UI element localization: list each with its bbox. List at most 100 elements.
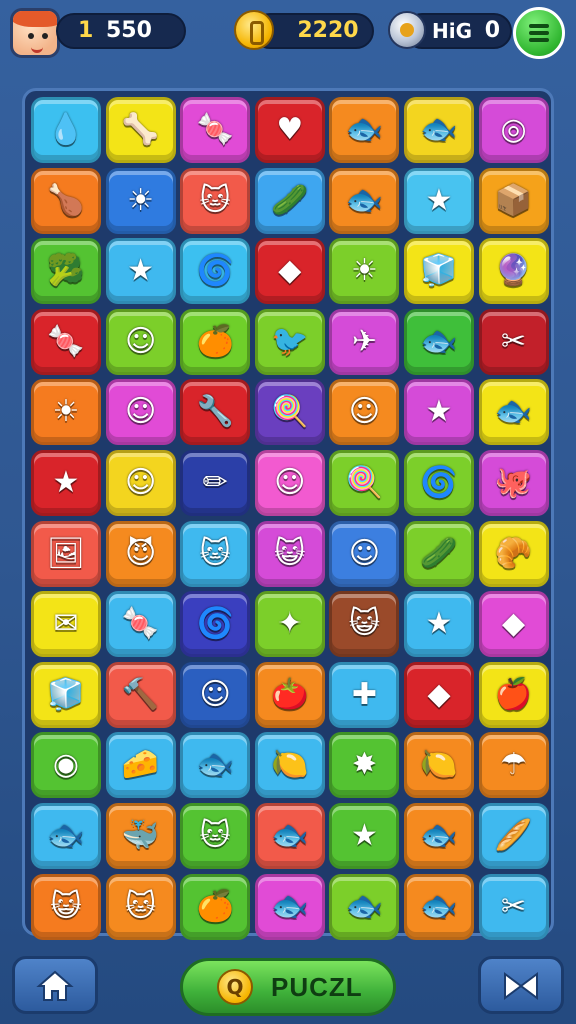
tile-broccoli[interactable]: 🥦 [31, 238, 101, 305]
green-face-icon: ☺ [348, 394, 381, 430]
tile-sun-face[interactable]: ☀ [105, 167, 176, 234]
tile-cat[interactable]: 🐱 [180, 167, 251, 234]
tile-candy[interactable]: 🍬 [31, 308, 101, 375]
tile-starfish[interactable]: ★ [31, 450, 101, 516]
swap-button[interactable] [478, 956, 564, 1014]
star4-icon: ✦ [277, 606, 303, 642]
tile-croissant[interactable]: 🥐 [478, 520, 549, 587]
tile-bone[interactable]: 🦴 [105, 97, 176, 163]
tile-devil[interactable]: 😈 [105, 520, 176, 587]
tile-fish[interactable]: 🐟 [31, 803, 101, 869]
game-board: 💧 🦴 🍬 ♥ 🐟 🐟 ◎ 🍗 ☀ 🐱 🥒 🐟 ★ 📦 🥦 ★ 🌀 ◆ ☀ 🧊 🔮 🍬 ☺ 🍊 🐦 ✈ 🐟 ✂ ☀ ☺ 🔧 🍭 ☺ ★ 🐟 ★ ☺ ✏ ☺ 🍭… [22, 88, 554, 940]
tile-burst[interactable]: ★ [404, 591, 474, 658]
tile-swirl-orb[interactable]: ◉ [31, 732, 101, 799]
tile-envelope[interactable]: ✉ [31, 591, 101, 658]
tile-face[interactable]: ☺ [105, 450, 176, 516]
tile-cat[interactable]: 🐱 [180, 520, 251, 587]
tile-apple[interactable]: 🍎 [478, 661, 549, 728]
tile-fish[interactable]: 🐟 [254, 873, 325, 940]
tile-green-face[interactable]: ☺ [329, 379, 400, 446]
tile-orange[interactable]: 🍊 [180, 873, 251, 940]
tile-cat[interactable]: 🐱 [180, 803, 251, 869]
menu-button[interactable] [513, 7, 565, 59]
tile-brown-face[interactable]: ☺ [180, 661, 251, 728]
tile-lollipop[interactable]: 🍭 [329, 450, 400, 516]
tile-fish[interactable]: 🐟 [404, 803, 474, 869]
tile-blue-face[interactable]: ☺ [254, 450, 325, 516]
tile-smiley[interactable]: ☺ [105, 308, 176, 375]
tile-blob-face[interactable]: ☺ [105, 379, 176, 446]
tile-fish[interactable]: 🐟 [404, 97, 474, 163]
tile-blob[interactable]: 💧 [31, 97, 101, 163]
puzzle-button[interactable]: Q PUCZL [180, 958, 396, 1016]
tile-fish[interactable]: 🐟 [329, 97, 400, 163]
tile-cucumber[interactable]: 🥒 [404, 520, 474, 587]
blob-face-icon: ☺ [124, 394, 157, 430]
tile-snail[interactable]: 🌀 [404, 450, 474, 516]
tile-crossed[interactable]: ✂ [478, 308, 549, 375]
drumstick-icon: 🍗 [47, 182, 85, 218]
tile-ring[interactable]: ◎ [478, 97, 549, 163]
tile-starfish[interactable]: ★ [105, 238, 176, 305]
tile-heart[interactable]: ♥ [254, 97, 325, 163]
tile-gem[interactable]: ◆ [478, 591, 549, 658]
tile-bread[interactable]: 🥖 [478, 803, 549, 869]
tile-orange[interactable]: 🍊 [180, 308, 251, 375]
tile-picture[interactable]: 🖼 [31, 520, 101, 587]
tile-swirl[interactable]: 🌀 [180, 591, 251, 658]
home-button[interactable] [12, 956, 98, 1014]
tile-star4[interactable]: ✦ [254, 591, 325, 658]
tile-star[interactable]: ★ [329, 803, 400, 869]
face-icon: ☺ [124, 465, 157, 500]
tile-plane[interactable]: ✈ [329, 308, 400, 375]
tile-tomato[interactable]: 🍅 [254, 661, 325, 728]
picture-icon: 🖼 [46, 535, 86, 571]
tile-candy[interactable]: 🍬 [105, 591, 176, 658]
swirl-orb-icon: ◉ [52, 747, 80, 783]
tile-lemon[interactable]: 🍋 [254, 732, 325, 799]
tile-puzzle[interactable]: ✚ [329, 661, 400, 728]
tile-swirl[interactable]: 🌀 [180, 238, 251, 305]
high-score-value: 0 [484, 18, 500, 43]
tile-cube[interactable]: 🧊 [31, 661, 101, 728]
tile-box[interactable]: 📦 [478, 167, 549, 234]
tile-purple-face[interactable]: ☺ [329, 520, 400, 587]
tile-star[interactable]: ★ [404, 379, 474, 446]
tile-cheese[interactable]: 🧀 [105, 732, 176, 799]
tile-fish[interactable]: 🐟 [254, 803, 325, 869]
tile-crystal[interactable]: ◆ [404, 661, 474, 728]
tile-octopus[interactable]: 🐙 [478, 450, 549, 516]
tile-splat[interactable]: ✸ [329, 732, 400, 799]
tile-fish[interactable]: 🐟 [404, 308, 474, 375]
tile-tool[interactable]: 🔧 [180, 379, 251, 446]
player-avatar[interactable] [10, 8, 60, 58]
tile-crayon[interactable]: ✏ [180, 450, 251, 516]
cube-icon: 🧊 [47, 676, 85, 712]
tile-cat[interactable]: 🐱 [105, 873, 176, 940]
tile-bird[interactable]: 🐦 [254, 308, 325, 375]
tile-cat-face[interactable]: 😺 [31, 873, 101, 940]
tile-orb[interactable]: 🔮 [478, 238, 549, 305]
tile-fish[interactable]: 🐟 [329, 873, 400, 940]
tile-lollipop[interactable]: 🍭 [254, 379, 325, 446]
tile-fish[interactable]: 🐟 [478, 379, 549, 446]
tile-fish[interactable]: 🐟 [180, 732, 251, 799]
tile-sun[interactable]: ☀ [329, 238, 400, 305]
tile-star[interactable]: ★ [404, 167, 474, 234]
tile-mushroom[interactable]: ☂ [478, 732, 549, 799]
tile-cucumber[interactable]: 🥒 [254, 167, 325, 234]
tile-whale[interactable]: 🐳 [105, 803, 176, 869]
tile-crossed[interactable]: ✂ [478, 873, 549, 940]
tile-drumstick[interactable]: 🍗 [31, 167, 101, 234]
tile-fish[interactable]: 🐟 [404, 873, 474, 940]
tile-hammer[interactable]: 🔨 [105, 661, 176, 728]
tile-cat-face[interactable]: 😺 [329, 591, 400, 658]
tile-fish[interactable]: 🐟 [329, 167, 400, 234]
tile-cube[interactable]: 🧊 [404, 238, 474, 305]
tile-candy[interactable]: 🍬 [180, 97, 251, 163]
tile-sun[interactable]: ☀ [31, 379, 101, 446]
tile-lemon[interactable]: 🍋 [404, 732, 474, 799]
tile-crystal[interactable]: ◆ [254, 238, 325, 305]
orb-icon: 🔮 [494, 253, 533, 289]
tile-cat-face[interactable]: 😺 [254, 520, 325, 587]
